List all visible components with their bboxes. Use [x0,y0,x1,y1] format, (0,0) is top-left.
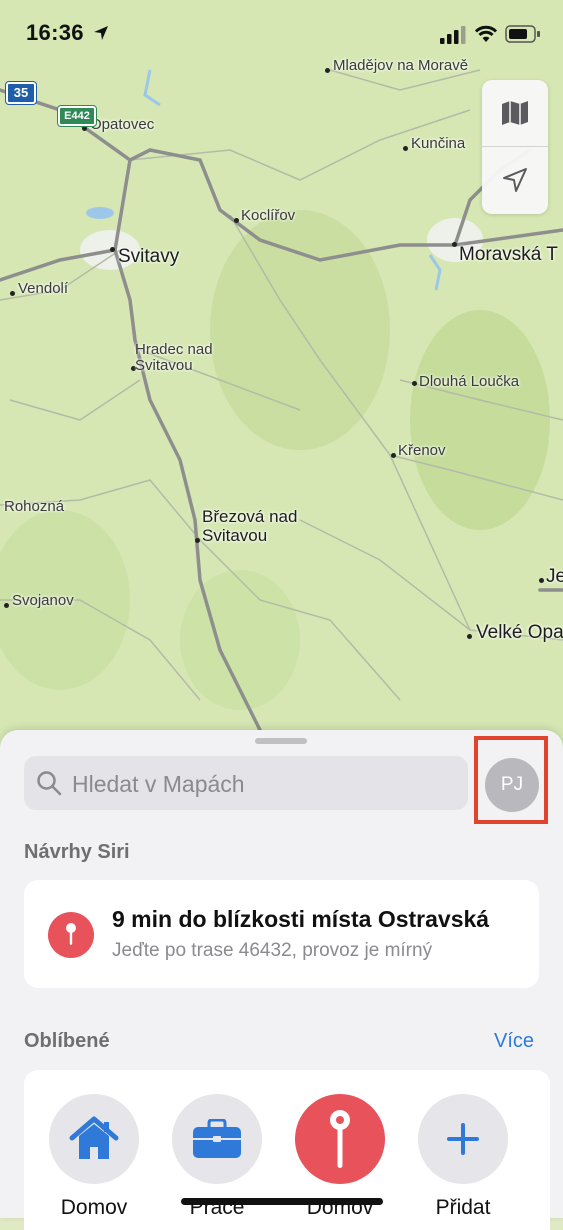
place-dot [403,146,408,151]
place-label: Březová nad Svitavou [202,507,298,545]
place-dot [391,453,396,458]
search-input[interactable] [70,756,454,812]
road-shield: 35 [6,82,36,104]
map-mode-button[interactable] [482,80,548,146]
favorites-heading: Oblíbené [24,1030,110,1052]
status-time: 16:36 [26,20,84,45]
favorites-more-link[interactable]: Více [494,1030,534,1053]
search-bar[interactable] [24,756,468,812]
location-services-icon [94,26,108,40]
favorite-add[interactable]: Přidat [417,1094,509,1220]
place-dot [10,291,15,296]
place-label: Moravská T [459,244,558,265]
status-bar: 16:36 [0,0,563,66]
siri-suggestion-card[interactable]: 9 min do blízkosti místa Ostravská Jeďte… [24,880,539,988]
home-indicator[interactable] [181,1198,383,1205]
place-dot [467,634,472,639]
place-label: Rohozná [4,498,65,515]
map-controls [482,80,548,214]
place-dot [195,538,200,543]
bottom-sheet: PJ Návrhy Siri 9 min do blízkosti místa … [0,730,563,1230]
place-label: Svojanov [12,592,74,609]
profile-avatar-button[interactable]: PJ [485,758,539,812]
place-dot [325,68,330,73]
favorite-icon-circle [418,1094,508,1184]
sheet-grabber[interactable] [255,738,307,744]
favorite-icon-circle [295,1094,385,1184]
siri-suggestions-heading: Návrhy Siri [24,841,130,863]
place-dot [452,242,457,247]
map-view[interactable]: Mladějov na Moravě Opatovec Kunčina Kocl… [0,0,563,760]
favorite-label: Přidat [435,1196,491,1219]
location-arrow-icon [503,168,527,192]
favorites-card: Domov Práce Domov Přidat [24,1070,550,1230]
pin-icon [48,912,94,958]
place-dot [82,126,87,131]
home-icon [69,1116,119,1159]
place-label: Hradec nad Svitavou [135,341,213,374]
place-label: Dlouhá Loučka [419,373,520,390]
suggestion-title: 9 min do blízkosti místa Ostravská [112,906,490,932]
road-shield: E442 [58,106,96,126]
place-dot [234,218,239,223]
cellular-signal-icon [440,26,466,44]
map-icon [502,101,528,125]
place-dot [539,578,544,583]
plus-icon [447,1123,479,1155]
favorite-icon-circle [172,1094,262,1184]
favorite-icon-circle [49,1094,139,1184]
place-dot [110,247,115,252]
locate-me-button[interactable] [482,147,548,213]
place-label: Koclířov [241,207,296,224]
place-label: Opatovec [90,116,155,133]
place-label: Velké Opa [476,622,563,643]
favorite-label: Domov [60,1196,128,1219]
place-dot [4,603,9,608]
wifi-icon [474,25,498,42]
search-icon [37,771,62,796]
suggestion-subtitle: Jeďte po trase 46432, provoz je mírný [112,940,433,961]
place-label: Křenov [398,442,446,459]
briefcase-icon [193,1119,241,1158]
place-label: Vendolí [18,280,69,297]
battery-icon [505,25,540,43]
place-label: Je [546,566,563,587]
place-dot [412,381,417,386]
place-label: Svitavy [118,246,180,267]
place-label: Kunčina [411,135,466,152]
favorite-home[interactable]: Domov [48,1094,140,1220]
pin-icon [330,1110,350,1168]
